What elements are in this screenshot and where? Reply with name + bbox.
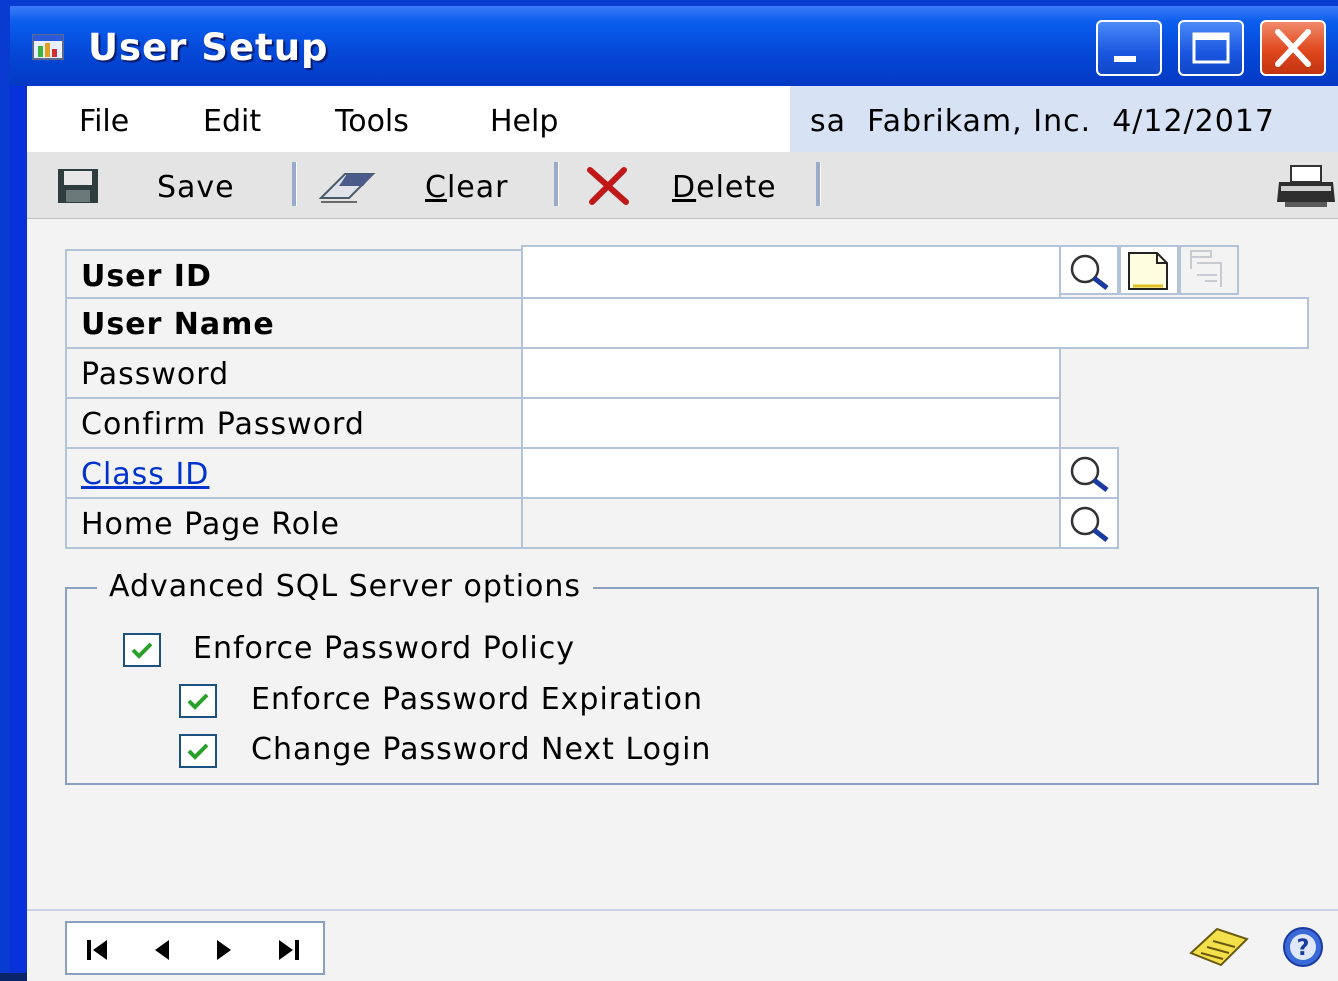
menu-file[interactable]: File [79, 104, 129, 139]
menu-edit[interactable]: Edit [203, 104, 261, 139]
title-bar[interactable]: User Setup [10, 6, 1338, 86]
user-id-label: User ID [81, 259, 212, 294]
change-password-next-login-checkbox[interactable] [179, 734, 217, 768]
enforce-password-policy-checkbox[interactable] [123, 633, 161, 667]
company-name: Fabrikam, Inc. [867, 104, 1092, 139]
last-record-icon[interactable] [267, 935, 307, 965]
previous-record-icon[interactable] [143, 935, 183, 965]
user-name-label: User Name [81, 307, 275, 342]
toolbar-separator [816, 162, 821, 206]
confirm-password-input[interactable] [521, 397, 1061, 449]
password-label: Password [81, 357, 230, 392]
home-page-role-input[interactable] [521, 497, 1061, 549]
minimize-button[interactable] [1096, 20, 1162, 76]
enforce-password-expiration-checkbox[interactable] [179, 684, 217, 718]
magnifier-icon [1070, 456, 1109, 492]
minimize-icon [1114, 56, 1136, 62]
note-icon [1190, 250, 1222, 287]
menu-tools[interactable]: Tools [335, 104, 409, 139]
session-info: sa Fabrikam, Inc. 4/12/2017 [810, 104, 1275, 139]
maximize-button[interactable] [1178, 20, 1244, 76]
home-page-role-lookup-button[interactable] [1059, 497, 1119, 549]
password-input[interactable] [521, 347, 1061, 399]
home-page-role-label-cell: Home Page Role [65, 499, 521, 549]
class-id-link[interactable]: Class ID [81, 457, 209, 492]
new-document-icon [1128, 252, 1168, 290]
confirm-password-label-cell: Confirm Password [65, 399, 521, 449]
class-id-label-cell: Class ID [65, 449, 521, 499]
password-label-cell: Password [65, 349, 521, 399]
app-window-icon [32, 34, 64, 60]
class-id-lookup-button[interactable] [1059, 447, 1119, 499]
svg-text:?: ? [1297, 936, 1310, 961]
new-user-button[interactable] [1119, 245, 1179, 295]
checkmark-icon [131, 642, 153, 659]
enforce-password-expiration-label[interactable]: Enforce Password Expiration [251, 682, 703, 717]
change-password-next-login-label[interactable]: Change Password Next Login [251, 732, 711, 767]
user-id-input[interactable] [521, 245, 1061, 299]
user-name-label-cell: User Name [65, 299, 521, 349]
menu-bar: File Edit Tools Help sa Fabrikam, Inc. 4… [27, 86, 1338, 152]
clear-label: Clear [425, 170, 509, 205]
user-note-button[interactable] [1179, 245, 1239, 295]
save-button[interactable]: Save [47, 152, 287, 218]
class-id-input[interactable] [521, 447, 1061, 499]
magnifier-icon [1070, 506, 1109, 542]
delete-label: Delete [672, 170, 777, 205]
close-icon [1275, 29, 1311, 67]
confirm-password-label: Confirm Password [81, 407, 365, 442]
clear-button[interactable]: Clear [307, 152, 547, 218]
menu-help[interactable]: Help [490, 104, 558, 139]
bottom-bar: ? [27, 909, 1338, 981]
toolbar-separator [554, 162, 559, 206]
save-label: Save [157, 170, 235, 205]
user-setup-window: User Setup File Edit Tools Help sa Fabri… [0, 0, 1338, 981]
home-page-role-label: Home Page Role [81, 507, 340, 542]
form-area: User ID User Name Password Confirm Passw… [27, 219, 1338, 909]
record-navigation [65, 921, 325, 975]
toolbar: Save Clear Delete [27, 152, 1338, 219]
save-icon [58, 169, 98, 203]
next-record-icon[interactable] [205, 935, 245, 965]
user-date: 4/12/2017 [1112, 104, 1276, 139]
user-name-input[interactable] [521, 297, 1309, 349]
close-button[interactable] [1260, 20, 1326, 76]
user-name: sa [810, 104, 847, 139]
first-record-icon[interactable] [81, 935, 121, 965]
delete-x-icon [587, 167, 629, 205]
user-company-date-box: sa Fabrikam, Inc. 4/12/2017 [790, 86, 1338, 152]
note-icon[interactable] [1187, 923, 1251, 969]
printer-icon[interactable] [1275, 164, 1337, 210]
toolbar-separator [292, 162, 297, 206]
eraser-icon [318, 173, 376, 203]
window-title: User Setup [88, 26, 329, 69]
magnifier-icon [1070, 254, 1109, 290]
enforce-password-policy-label[interactable]: Enforce Password Policy [193, 631, 575, 666]
checkmark-icon [187, 743, 209, 760]
advanced-sql-options-title: Advanced SQL Server options [97, 569, 594, 604]
help-icon[interactable]: ? [1281, 925, 1325, 969]
checkmark-icon [187, 693, 209, 710]
user-id-label-cell: User ID [65, 249, 521, 299]
maximize-icon [1192, 32, 1230, 64]
user-id-lookup-button[interactable] [1059, 245, 1119, 295]
delete-button[interactable]: Delete [572, 152, 822, 218]
advanced-sql-options-group: Advanced SQL Server options Enforce Pass… [65, 569, 1319, 785]
